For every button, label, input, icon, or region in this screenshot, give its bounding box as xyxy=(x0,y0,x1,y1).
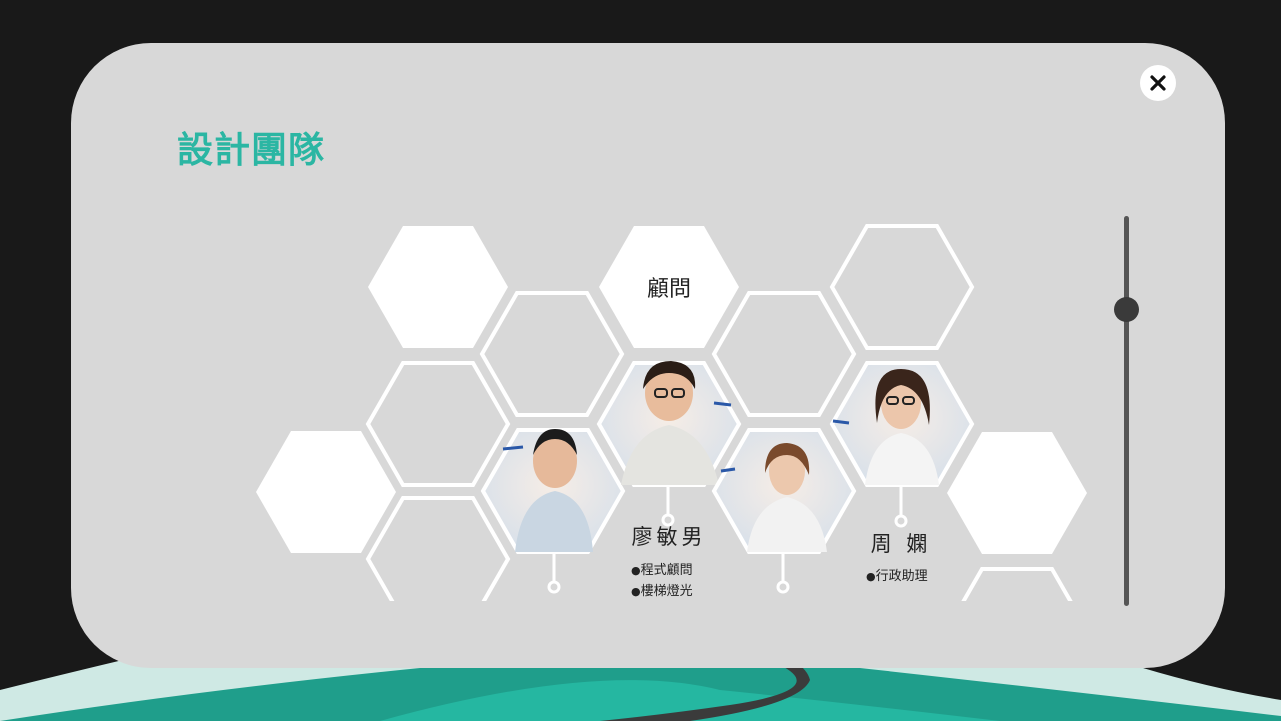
hex-tile xyxy=(256,431,396,553)
group-label: 顧問 xyxy=(647,277,691,302)
member-photo[interactable] xyxy=(711,428,857,554)
hex-tile xyxy=(365,361,511,487)
member-name: 廖敏男 xyxy=(631,525,707,549)
hex-tile xyxy=(947,432,1087,554)
member-name: 周 嫻 xyxy=(870,532,932,556)
page-title: 設計團隊 xyxy=(177,130,326,171)
hex-tile xyxy=(961,567,1073,601)
hex-tile xyxy=(829,224,975,350)
member-photo[interactable] xyxy=(596,361,742,487)
close-button[interactable] xyxy=(1140,65,1176,101)
hex-tile xyxy=(711,291,857,417)
member-role: 程式顧問 xyxy=(631,559,693,578)
hex-tile xyxy=(365,496,511,601)
hex-tile xyxy=(479,291,625,417)
scrollbar-track[interactable] xyxy=(1124,216,1129,606)
scrollbar-thumb[interactable] xyxy=(1114,297,1139,322)
team-modal: 設計團隊 顧問 廖敏男 ● 程式顧問 ● 樓梯燈光 周 嫻 ● 行政助理 xyxy=(71,43,1225,668)
member-photo[interactable] xyxy=(480,428,626,554)
hex-tile xyxy=(368,226,508,348)
team-hex-grid: 顧問 廖敏男 ● 程式顧問 ● 樓梯燈光 周 嫻 ● 行政助理 xyxy=(71,193,1225,601)
member-photo[interactable] xyxy=(829,361,975,487)
member-role: 行政助理 xyxy=(866,565,928,584)
member-role: 樓梯燈光 xyxy=(631,580,693,599)
close-icon xyxy=(1150,75,1166,91)
